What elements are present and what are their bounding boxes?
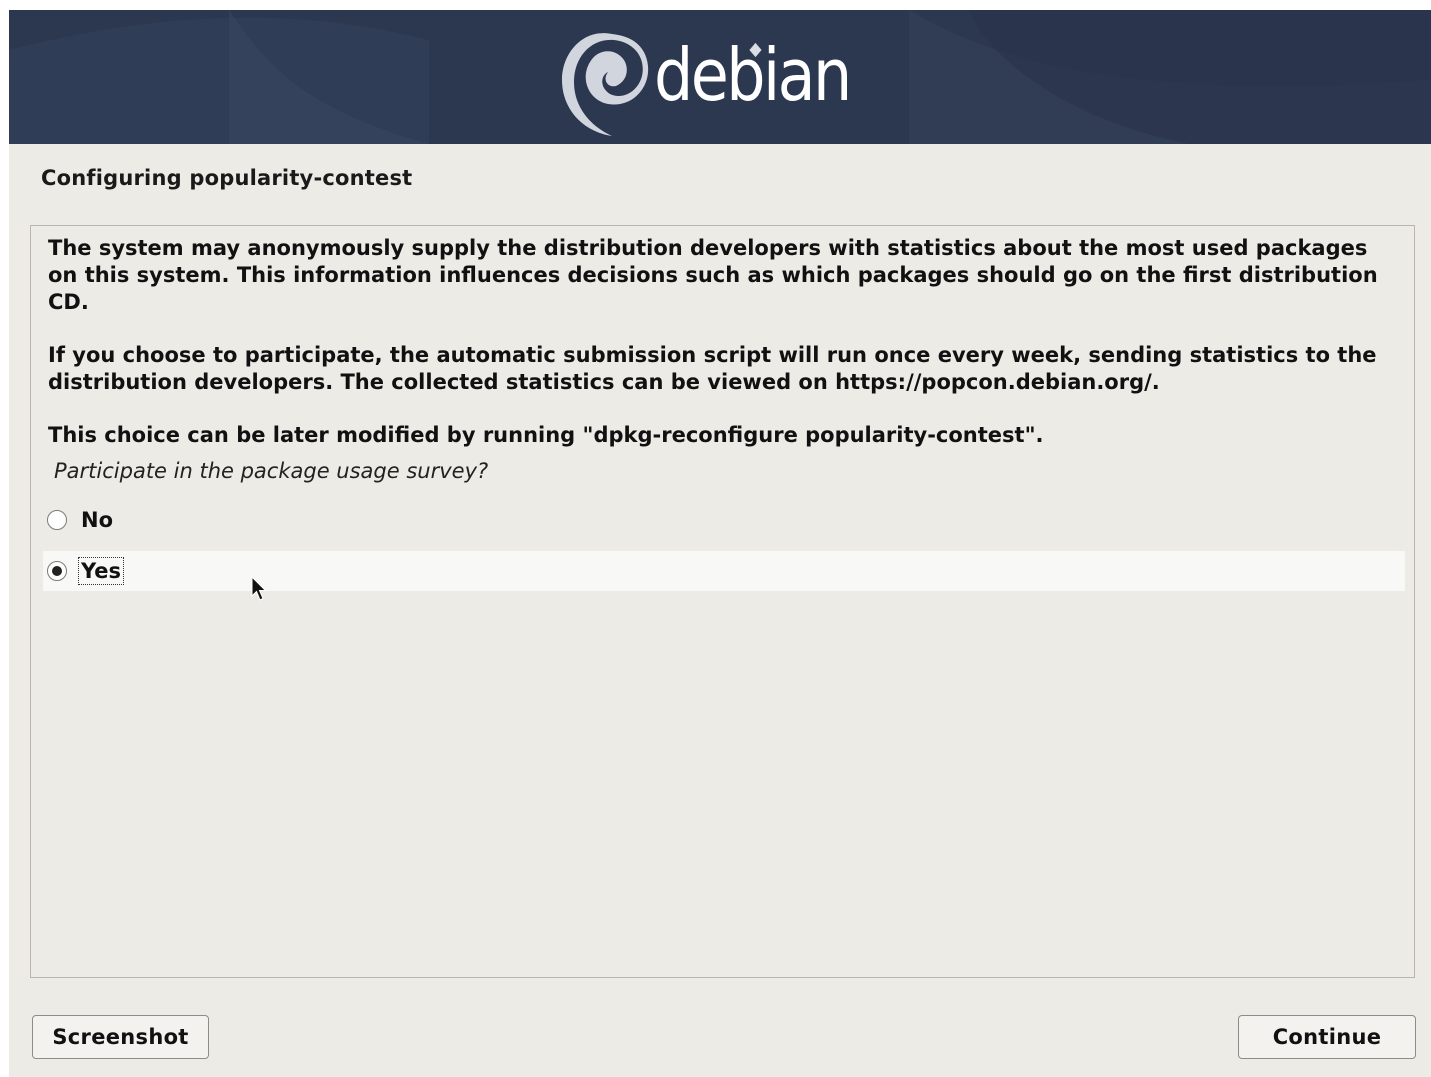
continue-button[interactable]: Continue (1238, 1015, 1416, 1059)
debian-logo: debian (554, 18, 881, 138)
description-paragraph-3: This choice can be later modified by run… (48, 423, 1044, 447)
option-no-label[interactable]: No (79, 507, 115, 533)
screenshot-button[interactable]: Screenshot (32, 1015, 209, 1059)
option-no[interactable]: No (43, 500, 1405, 540)
option-yes-label[interactable]: Yes (77, 557, 125, 585)
debian-banner: debian (9, 10, 1431, 144)
radio-no[interactable] (47, 510, 67, 530)
debian-wordmark: debian (654, 33, 852, 117)
content-frame: The system may anonymously supply the di… (30, 225, 1415, 978)
description-paragraph-1: The system may anonymously supply the di… (48, 236, 1378, 314)
description-paragraph-2: If you choose to participate, the automa… (48, 343, 1377, 394)
survey-question: Participate in the package usage survey? (54, 459, 489, 483)
installer-window: debian Configuring popularity-contest Th… (9, 10, 1431, 1077)
debian-swirl-icon (562, 33, 649, 137)
mouse-pointer-icon (251, 576, 267, 601)
page-title: Configuring popularity-contest (41, 166, 413, 190)
option-yes[interactable]: Yes (43, 551, 1405, 591)
radio-yes[interactable] (47, 561, 67, 581)
